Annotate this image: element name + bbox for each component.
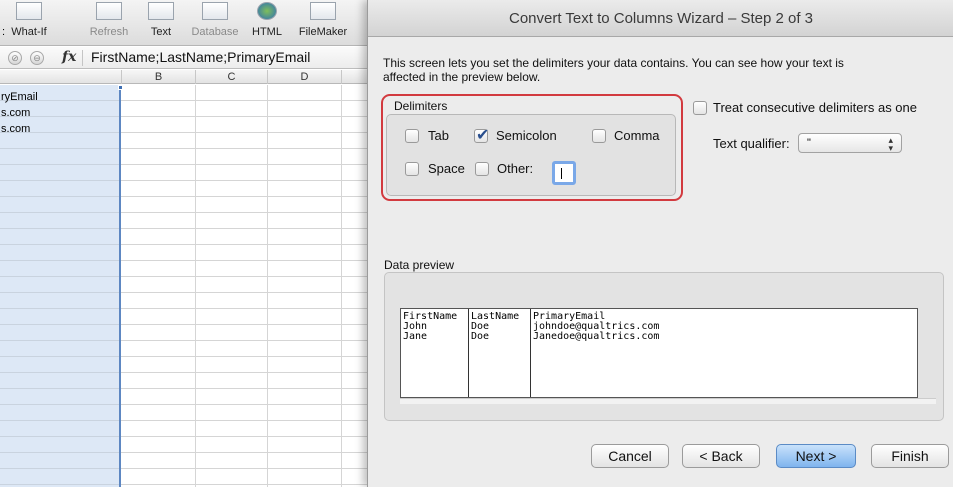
function-icon[interactable]: fx <box>62 49 76 65</box>
space-label[interactable]: Space <box>428 161 465 176</box>
confirm-entry-icon[interactable]: ⊖ <box>30 51 44 65</box>
data-preview-table[interactable]: FirstName John Jane LastName Doe Doe Pri… <box>400 308 918 398</box>
finish-button[interactable]: Finish <box>871 444 949 468</box>
annotation-highlight <box>381 94 683 201</box>
excel-window: : What-If Refresh Text Database HTML Fil… <box>0 0 370 487</box>
instructions-line-2: affected in the preview below. <box>383 70 541 84</box>
formula-separator <box>82 50 83 66</box>
column-header-e[interactable] <box>341 70 370 84</box>
preview-cell: Doe <box>471 331 490 342</box>
text-icon <box>148 2 174 20</box>
column-header-c[interactable]: C <box>195 70 267 84</box>
column-header-b[interactable]: B <box>121 70 195 84</box>
semicolon-label[interactable]: Semicolon <box>496 128 557 143</box>
what-if-button[interactable]: What-If <box>6 0 52 46</box>
comma-checkbox[interactable] <box>592 129 606 143</box>
database-button[interactable]: Database <box>188 0 242 46</box>
cell-a2[interactable]: s.com <box>0 105 30 121</box>
database-icon <box>202 2 228 20</box>
cell-a1[interactable]: ryEmail <box>0 89 38 105</box>
html-button[interactable]: HTML <box>247 0 287 46</box>
grid-line <box>267 85 268 487</box>
next-button[interactable]: Next > <box>776 444 856 468</box>
other-label[interactable]: Other: <box>497 161 533 176</box>
cell-a3[interactable]: s.com <box>0 121 30 137</box>
grid-line <box>341 85 342 487</box>
refresh-icon <box>96 2 122 20</box>
tab-label[interactable]: Tab <box>428 128 449 143</box>
formula-bar: ⊘ ⊖ fx FirstName;LastName;PrimaryEmail <box>0 47 370 69</box>
comma-label[interactable]: Comma <box>614 128 660 143</box>
other-delimiter-input[interactable] <box>552 161 576 185</box>
text-qualifier-value: " <box>807 137 811 149</box>
instructions-line-1: This screen lets you set the delimiters … <box>383 56 844 70</box>
text-qualifier-select[interactable]: " ▴ ▾ <box>798 133 902 153</box>
column-headers: B C D <box>0 70 370 84</box>
semicolon-checkbox[interactable] <box>474 125 489 144</box>
preview-cell: Jane <box>403 331 428 342</box>
text-qualifier-label: Text qualifier: <box>713 136 790 151</box>
ribbon-truncated-label: : <box>2 26 6 38</box>
consecutive-delimiters-checkbox[interactable] <box>693 101 707 115</box>
data-preview-label: Data preview <box>384 258 455 272</box>
dialog-instructions: This screen lets you set the delimiters … <box>383 56 943 84</box>
other-checkbox[interactable] <box>475 162 489 176</box>
fill-handle[interactable] <box>118 85 123 90</box>
preview-horizontal-scrollbar[interactable] <box>400 398 936 404</box>
tab-checkbox[interactable] <box>405 129 419 143</box>
formula-input[interactable]: FirstName;LastName;PrimaryEmail <box>91 49 310 65</box>
grid-line <box>195 85 196 487</box>
filemaker-icon <box>310 2 336 20</box>
what-if-icon <box>16 2 42 20</box>
text-import-button[interactable]: Text <box>141 0 181 46</box>
filemaker-button[interactable]: FileMaker <box>292 0 354 46</box>
selected-column-a[interactable]: ryEmail s.com s.com <box>0 85 121 487</box>
dialog-titlebar: Convert Text to Columns Wizard – Step 2 … <box>368 0 953 37</box>
dialog-title: Convert Text to Columns Wizard – Step 2 … <box>508 10 814 27</box>
column-header-d[interactable]: D <box>267 70 341 84</box>
back-button[interactable]: < Back <box>682 444 760 468</box>
convert-text-dialog: Convert Text to Columns Wizard – Step 2 … <box>367 0 953 487</box>
ribbon-toolbar: : What-If Refresh Text Database HTML Fil… <box>0 0 370 46</box>
space-checkbox[interactable] <box>405 162 419 176</box>
spreadsheet-grid[interactable]: ryEmail s.com s.com <box>0 85 370 487</box>
cancel-button[interactable]: Cancel <box>591 444 669 468</box>
refresh-button[interactable]: Refresh <box>86 0 132 46</box>
globe-icon <box>257 2 277 20</box>
updown-arrows-icon: ▴ ▾ <box>888 135 893 153</box>
cancel-entry-icon[interactable]: ⊘ <box>8 51 22 65</box>
consecutive-delimiters-label[interactable]: Treat consecutive delimiters as one <box>713 100 917 115</box>
preview-cell: Janedoe@qualtrics.com <box>533 331 660 342</box>
